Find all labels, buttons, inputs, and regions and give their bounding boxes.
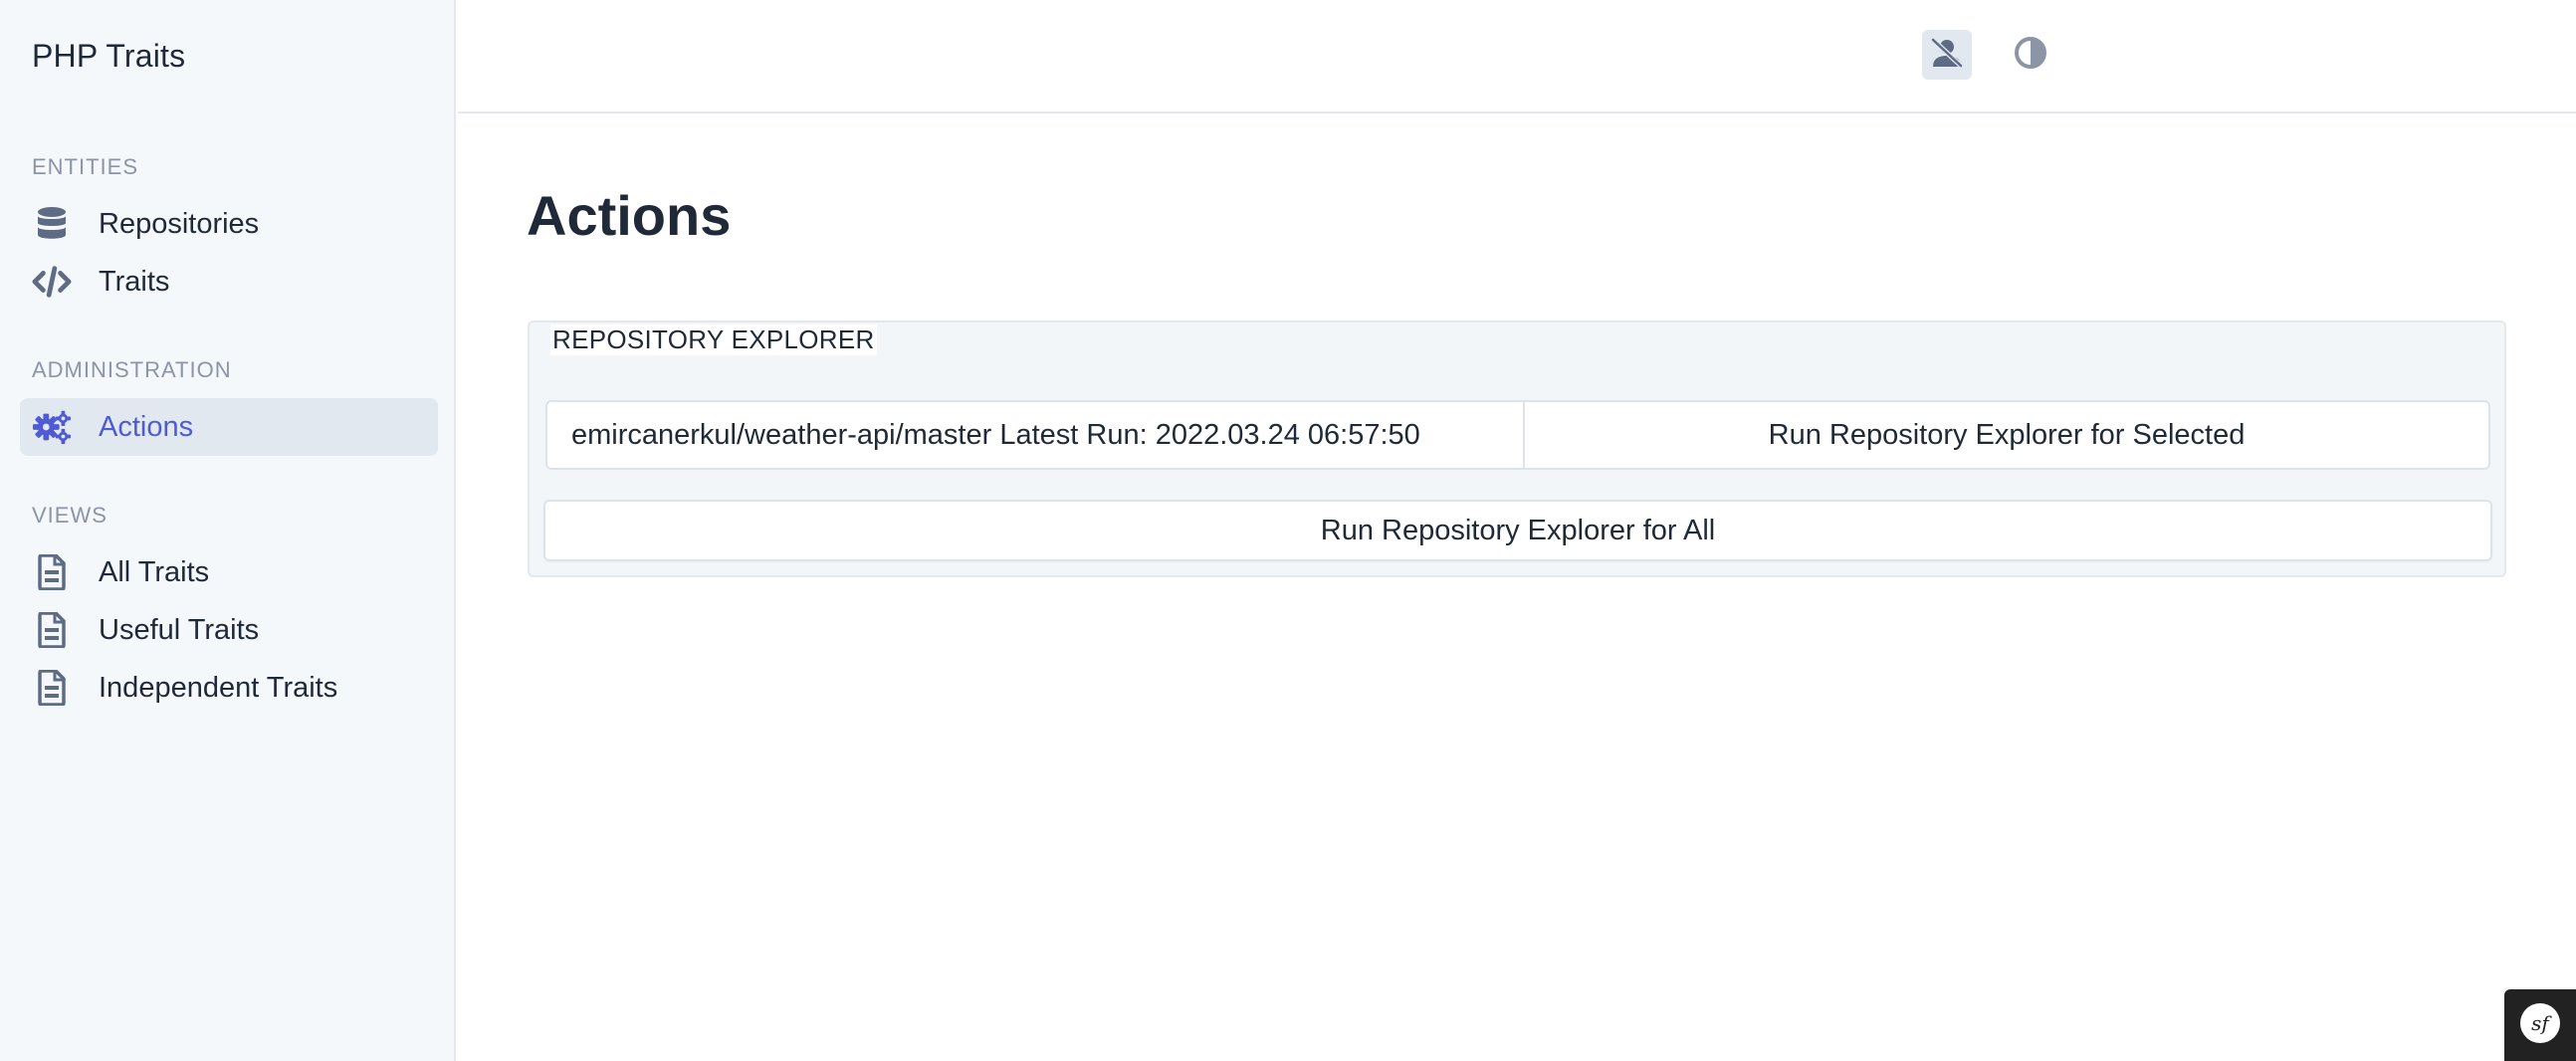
panel-legend: REPOSITORY EXPLORER (550, 324, 877, 355)
sidebar-item-label: Independent Traits (99, 671, 338, 704)
symfony-logo-icon: sf (2518, 1001, 2562, 1050)
sidebar-item-useful-traits[interactable]: Useful Traits (20, 601, 438, 659)
user-slash-icon (1930, 37, 1964, 73)
database-icon (32, 204, 72, 244)
run-all-button[interactable]: Run Repository Explorer for All (543, 500, 2492, 561)
sidebar-item-all-traits[interactable]: All Traits (20, 543, 438, 601)
sidebar-item-traits[interactable]: Traits (20, 253, 438, 311)
sidebar-item-label: Traits (99, 265, 170, 298)
symfony-toolbar-button[interactable]: sf (2504, 989, 2576, 1061)
top-header (458, 0, 2576, 113)
user-menu-button[interactable] (1922, 30, 1972, 80)
repository-select[interactable]: emircanerkul/weather-api/master Latest R… (547, 402, 1525, 468)
document-icon (32, 552, 72, 592)
sidebar-item-label: Actions (99, 410, 194, 443)
sidebar-item-independent-traits[interactable]: Independent Traits (20, 659, 438, 717)
cogs-icon (32, 407, 72, 447)
repository-select-group: emircanerkul/weather-api/master Latest R… (545, 400, 2490, 470)
sidebar-item-label: All Traits (99, 555, 210, 588)
app-root: PHP Traits ENTITIES Repositories Traits … (0, 0, 2576, 1061)
page-title: Actions (527, 184, 732, 247)
sidebar-item-actions[interactable]: Actions (20, 398, 438, 456)
document-icon (32, 610, 72, 650)
run-selected-button[interactable]: Run Repository Explorer for Selected (1525, 402, 2488, 468)
sidebar-item-label: Repositories (99, 207, 260, 240)
section-title-administration: ADMINISTRATION (32, 357, 232, 382)
code-icon (32, 262, 72, 302)
sidebar-item-label: Useful Traits (99, 613, 260, 646)
section-title-views: VIEWS (32, 503, 107, 528)
contrast-icon (2014, 36, 2047, 75)
sidebar: PHP Traits ENTITIES Repositories Traits … (0, 0, 456, 1061)
theme-toggle-button[interactable] (2006, 30, 2055, 80)
sidebar-item-repositories[interactable]: Repositories (20, 195, 438, 253)
document-icon (32, 668, 72, 708)
brand-title[interactable]: PHP Traits (32, 38, 185, 75)
section-title-entities: ENTITIES (32, 154, 139, 179)
